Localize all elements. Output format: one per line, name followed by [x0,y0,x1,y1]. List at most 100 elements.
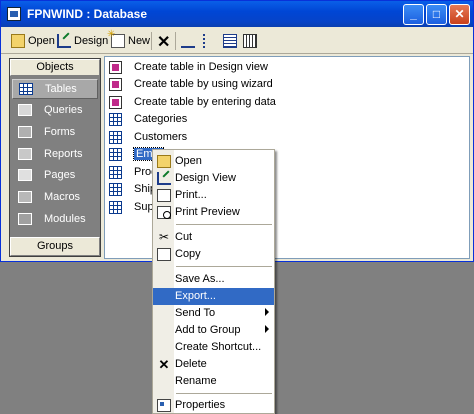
menu-item-properties[interactable]: Properties [153,397,274,414]
submenu-arrow-icon [265,308,269,316]
table-icon [109,147,122,161]
design-button[interactable]: Design [57,33,108,49]
menu-item-export[interactable]: Export... [153,288,274,305]
list-item[interactable]: Categories [109,111,187,127]
objects-item-label: Queries [44,104,83,116]
datasheet-shortcut-icon [109,95,122,109]
maximize-button[interactable]: □ [426,4,447,25]
menu-item-label: Design View [175,172,236,184]
menu-item-print[interactable]: Print... [153,187,274,204]
table-icon [109,112,122,126]
menu-item-label: Save As... [175,273,225,285]
menu-item-create-shortcut[interactable]: Create Shortcut... [153,339,274,356]
open-label: Open [28,35,55,47]
properties-icon [157,399,171,412]
menu-item-label: Print Preview [175,206,240,218]
new-label: New [128,35,151,47]
list-item[interactable]: Create table by using wizard [109,76,273,92]
menu-item-print-preview[interactable]: Print Preview [153,204,274,221]
list-item[interactable]: Prod [109,164,157,180]
large-icons-button[interactable] [181,33,195,49]
title-bar[interactable]: FPNWIND : Database _ □ ✕ [1,1,473,27]
list-item-label: Create table by entering data [134,96,276,108]
menu-item-label: Delete [175,358,207,370]
menu-item-rename[interactable]: Rename [153,373,274,390]
menu-item-label: Cut [175,231,193,243]
objects-item-pages[interactable]: Pages [12,165,98,185]
design-shortcut-icon [109,60,122,74]
module-icon [18,213,32,225]
menu-item-save-as[interactable]: Save As... [153,271,274,288]
list-item-label: Categories [134,113,188,125]
list-view-button[interactable] [223,33,237,49]
menu-item-label: Send To [175,307,216,319]
objects-header[interactable]: Objects [10,59,100,76]
menu-item-design-view[interactable]: Design View [153,170,274,187]
submenu-arrow-icon [265,325,269,333]
objects-item-label: Forms [44,126,76,138]
access-workspace: FPNWIND : Database _ □ ✕ Open Design New… [0,0,474,414]
open-button[interactable]: Open [11,33,55,49]
list-item[interactable]: Create table in Design view [109,59,268,75]
menu-item-label: Export... [175,290,216,302]
objects-item-forms[interactable]: Forms [12,122,98,142]
form-icon [18,126,32,138]
list-icon [223,34,237,48]
objects-item-queries[interactable]: Queries [12,100,98,120]
wizard-shortcut-icon [109,77,122,91]
context-menu: Open Design View Print... Print Preview … [152,149,275,414]
new-button[interactable]: New [107,29,151,49]
table-icon [19,83,33,95]
menu-item-label: Create Shortcut... [175,341,262,353]
design-icon [157,172,171,185]
menu-item-delete[interactable]: ✕ Delete [153,356,274,373]
list-item-label: Customers [134,131,188,143]
open-icon [11,34,25,48]
table-icon [109,130,122,144]
toolbar-separator [175,32,176,50]
groups-header[interactable]: Groups [10,237,100,256]
design-label: Design [74,35,109,47]
scissors-icon: ✂ [158,230,170,244]
print-preview-icon [157,206,171,219]
menu-separator [176,224,272,225]
delete-icon: ✕ [158,357,170,372]
menu-separator [176,393,272,394]
menu-item-label: Add to Group [175,324,241,336]
objects-item-modules[interactable]: Modules [12,209,98,229]
menu-item-copy[interactable]: Copy [153,246,274,263]
objects-item-macros[interactable]: Macros [12,187,98,207]
details-icon [243,34,257,48]
page-icon [18,169,32,181]
objects-item-label: Tables [45,83,77,95]
query-icon [18,104,32,116]
list-item-label: Create table by using wizard [134,78,273,90]
details-view-button[interactable] [243,33,257,49]
menu-item-open[interactable]: Open [153,153,274,170]
list-item[interactable]: Customers [109,129,187,145]
report-icon [18,148,32,160]
objects-item-reports[interactable]: Reports [12,144,98,164]
menu-item-label: Open [175,155,202,167]
database-icon [7,7,21,21]
menu-item-send-to[interactable]: Send To [153,305,274,322]
toolbar-separator [151,32,152,50]
list-item[interactable]: Create table by entering data [109,94,276,110]
objects-item-tables[interactable]: Tables [12,79,98,99]
small-icons-button[interactable] [203,33,217,49]
list-item-label: Create table in Design view [134,61,268,73]
new-icon [107,29,125,48]
objects-item-label: Modules [44,213,86,225]
table-icon [109,182,122,196]
objects-item-label: Reports [44,148,83,160]
macro-icon [18,191,32,203]
design-icon [57,34,71,48]
objects-item-label: Pages [44,169,76,181]
minimize-button[interactable]: _ [403,4,424,25]
menu-item-label: Print... [175,189,207,201]
copy-icon [157,248,171,261]
close-button[interactable]: ✕ [449,4,470,25]
menu-item-cut[interactable]: ✂ Cut [153,229,274,246]
delete-button[interactable]: ✕ [157,32,170,52]
menu-item-add-to-group[interactable]: Add to Group [153,322,274,339]
